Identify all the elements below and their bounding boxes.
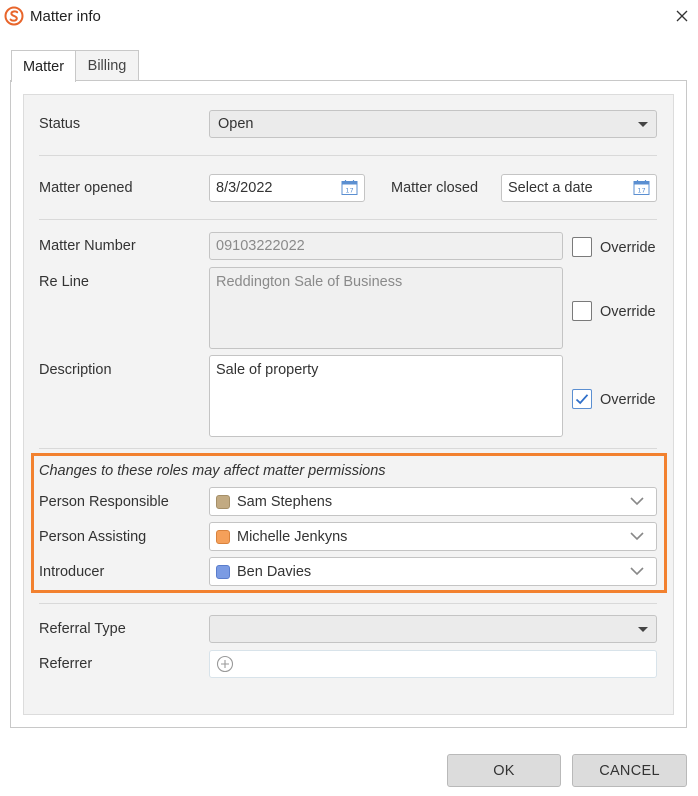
referrer-input[interactable] bbox=[209, 650, 657, 678]
status-select[interactable]: Open bbox=[209, 110, 657, 138]
matter-opened-input[interactable]: 8/3/2022 17 bbox=[209, 174, 365, 202]
divider bbox=[39, 155, 657, 156]
ok-button-label: OK bbox=[493, 762, 515, 779]
person-responsible-value: Sam Stephens bbox=[237, 493, 333, 510]
introducer-label: Introducer bbox=[39, 564, 105, 580]
matter-number-value: 09103222022 bbox=[216, 238, 305, 254]
referrer-label: Referrer bbox=[39, 656, 93, 672]
referral-type-select[interactable] bbox=[209, 615, 657, 643]
tab-billing-label: Billing bbox=[87, 57, 127, 74]
cancel-button[interactable]: CANCEL bbox=[572, 754, 687, 787]
tab-matter[interactable]: Matter bbox=[11, 50, 76, 82]
window-title: Matter info bbox=[30, 8, 101, 25]
tab-billing[interactable]: Billing bbox=[75, 50, 139, 80]
introducer-select[interactable]: Ben Davies bbox=[209, 557, 657, 586]
person-color-swatch bbox=[216, 529, 230, 544]
divider bbox=[39, 219, 657, 220]
matter-closed-input[interactable]: Select a date 17 bbox=[501, 174, 657, 202]
matter-number-input: 09103222022 bbox=[209, 232, 563, 260]
re-line-label: Re Line bbox=[39, 274, 89, 290]
person-assisting-label: Person Assisting bbox=[39, 529, 147, 545]
person-responsible-select[interactable]: Sam Stephens bbox=[209, 487, 657, 516]
matter-closed-placeholder: Select a date bbox=[508, 180, 593, 196]
person-color-swatch bbox=[216, 564, 230, 579]
caret-down-icon bbox=[638, 122, 648, 127]
calendar-day: 17 bbox=[345, 187, 353, 195]
tab-matter-label: Matter bbox=[22, 58, 65, 75]
referral-type-label: Referral Type bbox=[39, 621, 126, 637]
matter-closed-label: Matter closed bbox=[391, 180, 479, 196]
matter-opened-value: 8/3/2022 bbox=[216, 180, 273, 196]
app-logo-icon bbox=[4, 6, 24, 26]
ok-button[interactable]: OK bbox=[447, 754, 561, 787]
description-value: Sale of property bbox=[216, 362, 319, 378]
calendar-icon[interactable]: 17 bbox=[341, 179, 358, 196]
matter-number-override-checkbox[interactable] bbox=[572, 237, 592, 257]
person-assisting-select[interactable]: Michelle Jenkyns bbox=[209, 522, 657, 551]
calendar-day: 17 bbox=[637, 187, 645, 195]
cancel-button-label: CANCEL bbox=[599, 762, 660, 779]
description-override-label: Override bbox=[600, 392, 656, 408]
person-color-swatch bbox=[216, 494, 230, 509]
add-circle-icon[interactable] bbox=[216, 655, 234, 673]
status-value: Open bbox=[218, 116, 254, 132]
matter-opened-label: Matter opened bbox=[39, 180, 133, 196]
chevron-down-icon bbox=[630, 496, 644, 505]
roles-note: Changes to these roles may affect matter… bbox=[39, 463, 386, 479]
description-label: Description bbox=[39, 362, 112, 378]
introducer-value: Ben Davies bbox=[237, 563, 312, 580]
re-line-input: Reddington Sale of Business bbox=[209, 267, 563, 349]
calendar-icon[interactable]: 17 bbox=[633, 179, 650, 196]
re-line-override-label: Override bbox=[600, 304, 656, 320]
person-responsible-label: Person Responsible bbox=[39, 494, 169, 510]
matter-number-override-label: Override bbox=[600, 240, 656, 256]
divider bbox=[39, 448, 657, 449]
close-icon[interactable] bbox=[672, 6, 692, 26]
person-assisting-value: Michelle Jenkyns bbox=[237, 528, 348, 545]
description-override-checkbox[interactable] bbox=[572, 389, 592, 409]
chevron-down-icon bbox=[630, 531, 644, 540]
caret-down-icon bbox=[638, 627, 648, 632]
chevron-down-icon bbox=[630, 566, 644, 575]
description-input[interactable]: Sale of property bbox=[209, 355, 563, 437]
status-label: Status bbox=[39, 116, 81, 132]
matter-number-label: Matter Number bbox=[39, 238, 136, 254]
re-line-override-checkbox[interactable] bbox=[572, 301, 592, 321]
divider bbox=[39, 603, 657, 604]
checkmark-icon bbox=[575, 394, 589, 405]
re-line-value: Reddington Sale of Business bbox=[216, 274, 403, 290]
